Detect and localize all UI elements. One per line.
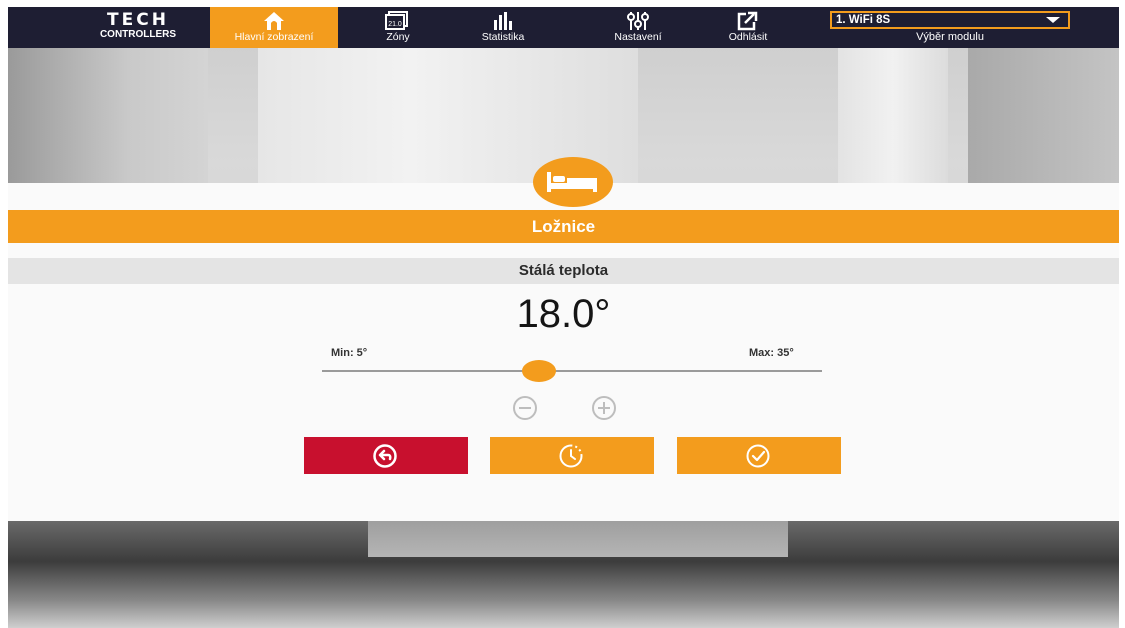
nav-home-label: Hlavní zobrazení: [234, 31, 314, 43]
nav-zones-label: Zóny: [386, 31, 410, 43]
zone-control-panel: Ložnice Stálá teplota 18.0° Min: 5° Max:…: [8, 183, 1119, 521]
module-select-label: Výběr modulu: [916, 31, 984, 43]
top-navigation-bar: TECH CONTROLLERS Hlavní zobrazení 21.0 Z…: [8, 7, 1119, 48]
slider-max-label: Max: 35°: [749, 347, 794, 359]
confirm-button[interactable]: [677, 437, 841, 474]
set-temperature: 18.0°: [516, 292, 611, 336]
chevron-down-icon: [1046, 17, 1060, 23]
nav-zones[interactable]: 21.0 Zóny: [363, 7, 433, 48]
bed-icon: [533, 157, 613, 207]
background-wall-left: [8, 47, 208, 187]
check-circle-icon: [746, 444, 770, 468]
temperature-slider-track[interactable]: [322, 370, 822, 372]
module-select-value: 1. WiFi 8S: [836, 14, 891, 26]
timer-button[interactable]: [490, 437, 654, 474]
back-button[interactable]: [304, 437, 468, 474]
increase-button[interactable]: [591, 395, 617, 421]
clock-timer-icon: [559, 444, 583, 468]
back-arrow-icon: [373, 444, 397, 468]
zone-mode: Stálá teplota: [8, 258, 1119, 284]
nav-home[interactable]: Hlavní zobrazení: [210, 7, 338, 48]
logo-line2: CONTROLLERS: [99, 29, 177, 40]
nav-statistics-label: Statistika: [481, 31, 525, 43]
temperature-slider-handle[interactable]: [521, 360, 556, 382]
zones-icon: 21.0: [363, 7, 433, 31]
decrease-button[interactable]: [512, 395, 538, 421]
zones-icon-text: 21.0: [388, 21, 402, 28]
nav-logout[interactable]: Odhlásit: [708, 7, 788, 48]
background-wall-right: [968, 47, 1119, 187]
slider-min-label: Min: 5°: [331, 347, 368, 359]
statistics-icon: [468, 7, 538, 31]
tech-controllers-logo[interactable]: TECH CONTROLLERS: [78, 11, 198, 45]
logo-line1: TECH: [107, 10, 169, 30]
logout-icon: [708, 7, 788, 31]
nav-settings[interactable]: Nastavení: [598, 7, 678, 48]
background-furniture: [368, 517, 788, 557]
minus-circle-icon: [513, 396, 537, 420]
nav-logout-label: Odhlásit: [728, 31, 768, 43]
background-column: [838, 47, 948, 187]
settings-sliders-icon: [598, 7, 678, 31]
module-select[interactable]: 1. WiFi 8S: [830, 11, 1070, 29]
zone-title: Ložnice: [8, 210, 1119, 243]
nav-statistics[interactable]: Statistika: [468, 7, 538, 48]
nav-settings-label: Nastavení: [614, 31, 662, 43]
plus-circle-icon: [592, 396, 616, 420]
home-icon: [210, 7, 338, 31]
